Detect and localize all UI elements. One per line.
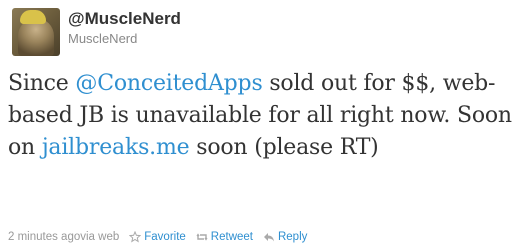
user-handle[interactable]: @MuscleNerd bbox=[68, 9, 181, 29]
reply-label[interactable]: Reply bbox=[278, 231, 307, 243]
user-full-name: MuscleNerd bbox=[68, 31, 138, 46]
tweet-text-part: soon (please RT) bbox=[189, 135, 379, 160]
tweet-text-part: Since bbox=[8, 71, 76, 96]
favorite-button[interactable]: Favorite bbox=[129, 231, 186, 243]
favorite-label[interactable]: Favorite bbox=[144, 231, 186, 243]
retweet-button[interactable]: Retweet bbox=[196, 231, 253, 243]
reply-button[interactable]: Reply bbox=[263, 231, 307, 243]
avatar-hat bbox=[20, 10, 46, 24]
tweet-text: Since @ConceitedApps sold out for $$, we… bbox=[8, 68, 516, 164]
url-link[interactable]: jailbreaks.me bbox=[42, 135, 190, 160]
tweet-meta: 2 minutes ago via web Favorite Retweet R… bbox=[8, 229, 307, 245]
avatar[interactable] bbox=[12, 8, 60, 56]
mention-link[interactable]: @ConceitedApps bbox=[75, 71, 262, 96]
retweet-label[interactable]: Retweet bbox=[211, 231, 253, 243]
star-icon bbox=[129, 231, 142, 243]
timestamp-link[interactable]: 2 minutes ago bbox=[8, 231, 80, 243]
retweet-icon bbox=[196, 231, 208, 243]
source-text: via web bbox=[80, 231, 120, 243]
reply-icon bbox=[263, 231, 275, 243]
